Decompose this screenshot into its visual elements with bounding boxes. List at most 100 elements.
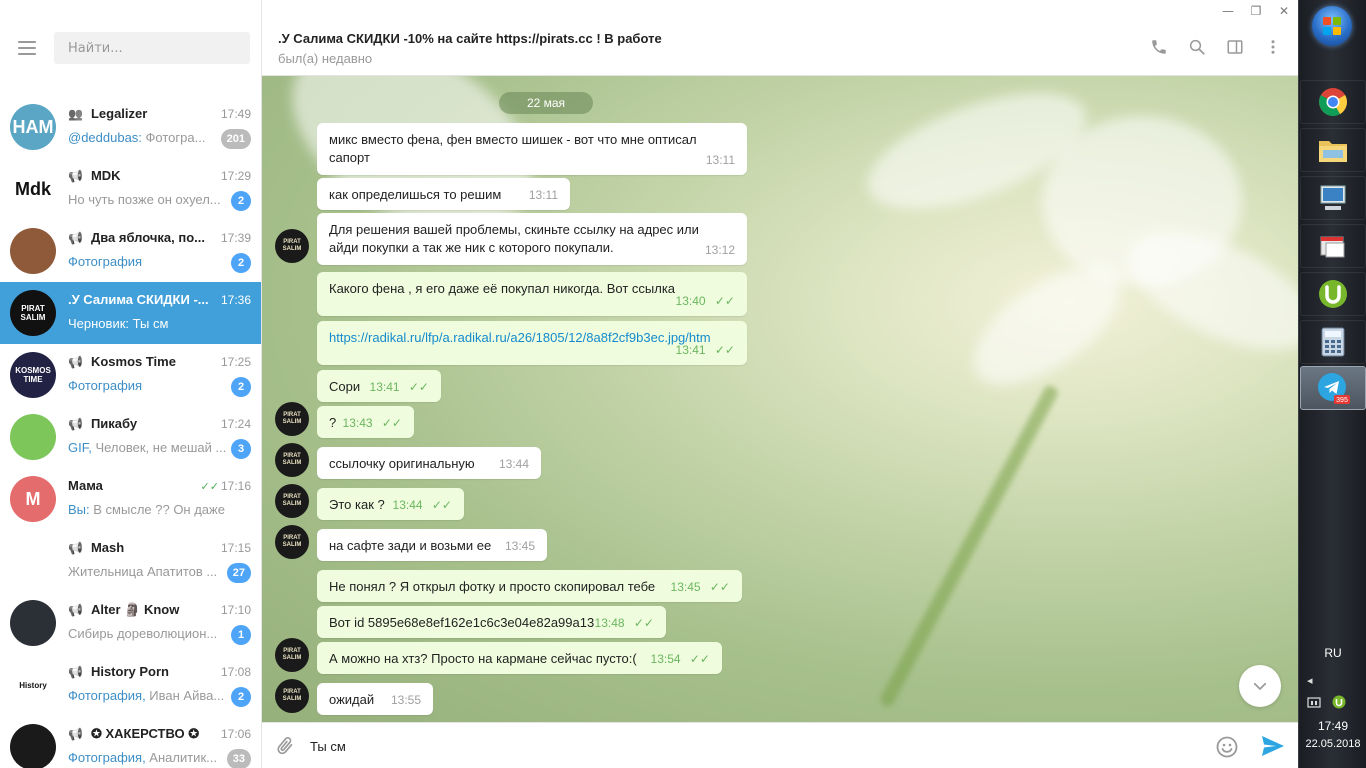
- chat-name-text: Mash: [90, 540, 125, 555]
- chat-list-item[interactable]: HAM 👥 Legalizer 17:49 @deddubas: Фотогра... 2…: [0, 96, 261, 158]
- minimize-icon[interactable]: —: [1214, 0, 1242, 22]
- taskbar-telegram[interactable]: 395: [1300, 366, 1366, 410]
- outgoing-message[interactable]: https://radikal.ru/lfp/a.radikal.ru/a26/…: [317, 321, 747, 365]
- clock-date[interactable]: 22.05.2018: [1299, 738, 1366, 750]
- incoming-message[interactable]: на сафте зади и возьми ее 13:45: [317, 529, 547, 561]
- computer-icon: [1320, 185, 1346, 210]
- window-app-icon: [1320, 236, 1345, 258]
- sender-avatar-text: PIRAT SALIM: [282, 648, 302, 661]
- tray-utorrent-icon[interactable]: [1332, 695, 1346, 712]
- chat-avatar: [10, 414, 56, 460]
- taskbar-remote-desktop[interactable]: [1300, 176, 1366, 220]
- message-text: айди покупки а так же ник с которого пок…: [329, 240, 614, 255]
- outgoing-message[interactable]: Не понял ? Я открыл фотку и просто скопи…: [317, 570, 742, 602]
- chat-time: ✓✓ 17:16: [201, 479, 251, 493]
- window-controls: — ❐ ✕: [1214, 0, 1298, 22]
- message-area[interactable]: 22 мая микс вместо фена, фен вместо шише…: [262, 76, 1298, 722]
- sidebar-toggle-icon[interactable]: [1226, 38, 1246, 58]
- chat-time: 17:08: [221, 665, 251, 679]
- avatar-initials: History: [19, 680, 47, 690]
- outgoing-message[interactable]: А можно на хтз? Просто на кармане сейчас…: [317, 642, 722, 674]
- incoming-message[interactable]: как определишься то решим 13:11: [317, 178, 570, 210]
- send-icon[interactable]: [1260, 734, 1286, 758]
- message-time: 13:55: [391, 691, 421, 709]
- chat-preview: Но чуть позже он охуел...: [68, 192, 226, 207]
- unread-badge: 33: [226, 749, 251, 768]
- chat-name: 📢 Два яблочка, по...: [68, 230, 208, 245]
- menu-icon[interactable]: [18, 41, 36, 55]
- chat-list-item[interactable]: History 📢 History Porn 17:08 Фотография, Ива…: [0, 654, 261, 716]
- outgoing-message[interactable]: Вот id 5895e68e8ef162e1c6c3e04e82a99a13 1…: [317, 606, 666, 638]
- taskbar-calculator[interactable]: [1300, 320, 1366, 364]
- chat-avatar: [10, 724, 56, 768]
- sender-avatar[interactable]: PIRAT SALIM: [275, 443, 309, 477]
- message-time: 13:54 ✓✓: [651, 650, 710, 668]
- taskbar-utorrent[interactable]: [1300, 272, 1366, 316]
- outgoing-message[interactable]: Сори 13:41 ✓✓: [317, 370, 441, 402]
- taskbar-app-window[interactable]: [1300, 224, 1366, 268]
- chat-name-text: Мама: [68, 478, 103, 493]
- chat-list-item[interactable]: M Мама ✓✓17:16 Вы: В смысле ?? Он даже не .…: [0, 468, 261, 530]
- message-time-text: 13:44: [392, 498, 423, 512]
- chat-list-item[interactable]: 📢 Два яблочка, по... 17:39 Фотография 2: [0, 220, 261, 282]
- chat-preview: Черновик: Ты см: [68, 316, 226, 331]
- attach-icon[interactable]: [274, 735, 296, 757]
- message-time: 13:43 ✓✓: [343, 414, 402, 432]
- read-check-icon: ✓✓: [686, 652, 710, 666]
- phone-icon[interactable]: [1150, 38, 1170, 58]
- outgoing-message[interactable]: ? 13:43 ✓✓: [317, 406, 414, 438]
- chat-title[interactable]: .У Салима СКИДКИ -10% на сайте https://p…: [278, 31, 662, 46]
- read-check-icon: ✓✓: [711, 294, 735, 308]
- scroll-down-button[interactable]: [1239, 665, 1281, 707]
- message-time-text: 13:41: [369, 380, 400, 394]
- message-text: Для решения вашей проблемы, скиньте ссыл…: [329, 222, 699, 237]
- incoming-message[interactable]: Для решения вашей проблемы, скиньте ссыл…: [317, 213, 747, 265]
- close-icon[interactable]: ✕: [1270, 0, 1298, 22]
- sender-avatar[interactable]: PIRAT SALIM: [275, 679, 309, 713]
- chat-name: 📢 Kosmos Time: [68, 354, 208, 369]
- message-time-text: 13:44: [498, 457, 529, 471]
- chat-preview-text: Но чуть позже он охуел...: [68, 192, 221, 207]
- taskbar-explorer[interactable]: [1300, 128, 1366, 172]
- avatar-initials: KOSMOS TIME: [15, 366, 51, 384]
- sender-avatar-text: PIRAT SALIM: [282, 239, 302, 252]
- clock-time[interactable]: 17:49: [1299, 719, 1366, 733]
- incoming-message[interactable]: ссылочку оригинальную 13:44: [317, 447, 541, 479]
- language-indicator[interactable]: RU: [1299, 646, 1366, 660]
- incoming-message[interactable]: микс вместо фена, фен вместо шишек - вот…: [317, 123, 747, 175]
- chat-list-item[interactable]: PIRAT SALIM .У Салима СКИДКИ -... 17:36 Чер…: [0, 282, 261, 344]
- message-link[interactable]: https://radikal.ru/lfp/a.radikal.ru/a26/…: [329, 330, 711, 345]
- chat-list-item[interactable]: 📢 Mash 17:15 Жительница Апатитов ... 27: [0, 530, 261, 592]
- outgoing-message[interactable]: Какого фена , я его даже её покупал нико…: [317, 272, 747, 316]
- sender-avatar[interactable]: PIRAT SALIM: [275, 229, 309, 263]
- search-icon[interactable]: [1188, 38, 1208, 58]
- emoji-icon[interactable]: [1215, 735, 1239, 759]
- chat-list-item[interactable]: 📢 Alter 🗿 Know 17:10 Сибирь дореволюцион...…: [0, 592, 261, 654]
- chat-avatar: [10, 538, 56, 584]
- chat-list-item[interactable]: Mdk 📢 MDK 17:29 Но чуть позже он охуел... 2: [0, 158, 261, 220]
- message-time: 13:45 ✓✓: [671, 578, 730, 596]
- maximize-icon[interactable]: ❐: [1242, 0, 1270, 22]
- sender-avatar[interactable]: PIRAT SALIM: [275, 402, 309, 436]
- chat-list-item[interactable]: 📢 ✪ ХАКЕРСТВО ✪ 17:06 Фотография, Аналитик.…: [0, 716, 261, 768]
- sender-avatar[interactable]: PIRAT SALIM: [275, 525, 309, 559]
- chat-list-item[interactable]: 📢 Пикабу 17:24 GIF, Человек, не мешай ... 3: [0, 406, 261, 468]
- start-button[interactable]: [1312, 6, 1352, 46]
- tray-network-icon[interactable]: [1307, 697, 1321, 712]
- incoming-message[interactable]: ожидай 13:55: [317, 683, 433, 715]
- chat-time: 17:06: [221, 727, 251, 741]
- chat-list-item[interactable]: KOSMOS TIME 📢 Kosmos Time 17:25 Фотография 2: [0, 344, 261, 406]
- unread-badge: 2: [231, 253, 251, 273]
- chat-preview: Вы: В смысле ?? Он даже не ...: [68, 502, 226, 517]
- message-input[interactable]: [310, 733, 1190, 759]
- taskbar-chrome[interactable]: [1300, 80, 1366, 124]
- chat-time: 17:10: [221, 603, 251, 617]
- message-composer: [262, 722, 1298, 768]
- search-input[interactable]: [54, 32, 250, 64]
- outgoing-message[interactable]: Это как ? 13:44 ✓✓: [317, 488, 464, 520]
- chat-name-text: MDK: [90, 168, 121, 183]
- tray-expand-icon[interactable]: ◂: [1307, 674, 1313, 687]
- sender-avatar[interactable]: PIRAT SALIM: [275, 484, 309, 518]
- more-menu-icon[interactable]: [1264, 38, 1284, 58]
- sender-avatar[interactable]: PIRAT SALIM: [275, 638, 309, 672]
